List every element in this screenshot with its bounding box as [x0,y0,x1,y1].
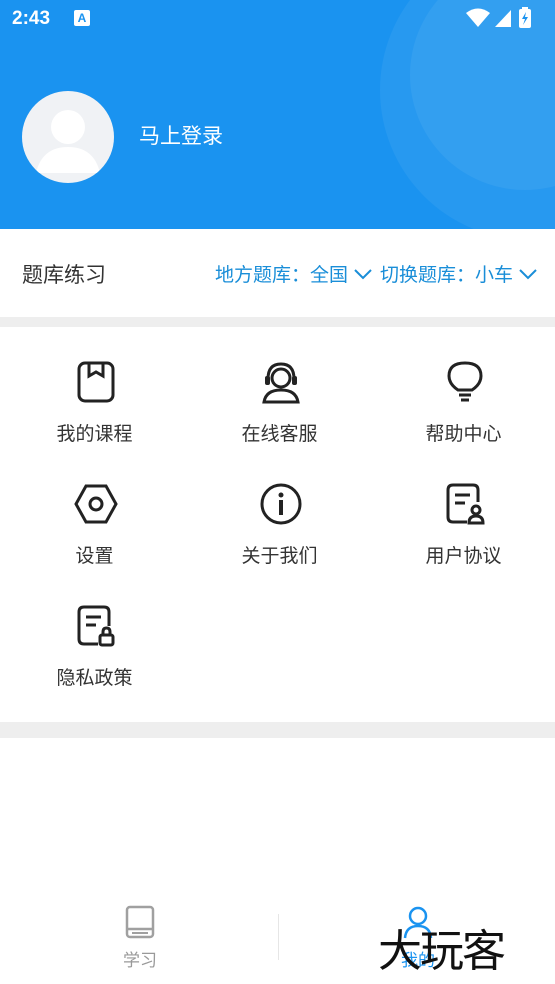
info-icon [260,483,302,525]
document-lock-icon [77,605,115,647]
menu-item-label: 我的课程 [56,423,133,445]
battery-icon [519,7,531,28]
chevron-down-icon [354,268,372,279]
menu-item-user-agreement[interactable]: 用户协议 [371,482,555,592]
nav-tab-mine[interactable]: 我的 [358,904,478,971]
notification-app-icon: A [74,10,90,26]
menu-item-label: 关于我们 [241,545,318,567]
menu-item-label: 隐私政策 [56,667,133,689]
switch-bank-selector[interactable]: 切换题库：小车 [380,260,513,287]
menu-item-settings[interactable]: 设置 [2,482,187,592]
document-user-icon [446,483,485,525]
headset-icon [262,362,300,404]
settings-hexagon-icon [74,484,118,524]
profile-header: 2:43 A 马上登录 [0,0,555,229]
question-bank-selectors: 地方题库：全国 切换题库：小车 [215,260,537,287]
wifi-icon [466,8,490,27]
signal-icon [495,10,511,27]
status-indicators [465,7,545,29]
menu-item-label: 在线客服 [241,423,318,445]
menu-item-help-center[interactable]: 帮助中心 [371,360,555,470]
question-bank-row: 题库练习 地方题库：全国 切换题库：小车 [0,229,555,317]
menu-item-privacy-policy[interactable]: 隐私政策 [2,604,187,714]
lightbulb-icon [447,361,483,402]
nav-label-study: 学习 [123,951,157,971]
bottom-nav: 学习 我的 [0,890,555,984]
book-icon [77,361,115,403]
person-icon [403,906,433,939]
default-user-icon [36,110,100,173]
chevron-down-icon [519,268,537,279]
section-separator [0,722,555,738]
book-open-icon [125,905,155,939]
region-bank-selector[interactable]: 地方题库：全国 [215,260,348,287]
nav-divider [278,914,279,960]
avatar[interactable] [22,91,114,183]
menu-item-about-us[interactable]: 关于我们 [187,482,372,592]
menu-item-label: 设置 [75,545,114,567]
nav-tab-study[interactable]: 学习 [80,904,200,971]
question-bank-title: 题库练习 [22,263,106,287]
menu-item-customer-service[interactable]: 在线客服 [187,360,372,470]
status-time: 2:43 [12,8,51,29]
nav-label-mine: 我的 [401,951,435,971]
status-bar: 2:43 A [0,0,555,36]
menu-item-label: 帮助中心 [425,423,502,445]
section-separator [0,317,555,327]
login-link[interactable]: 马上登录 [139,120,223,150]
menu-item-my-courses[interactable]: 我的课程 [2,360,187,470]
menu-item-label: 用户协议 [425,545,502,567]
